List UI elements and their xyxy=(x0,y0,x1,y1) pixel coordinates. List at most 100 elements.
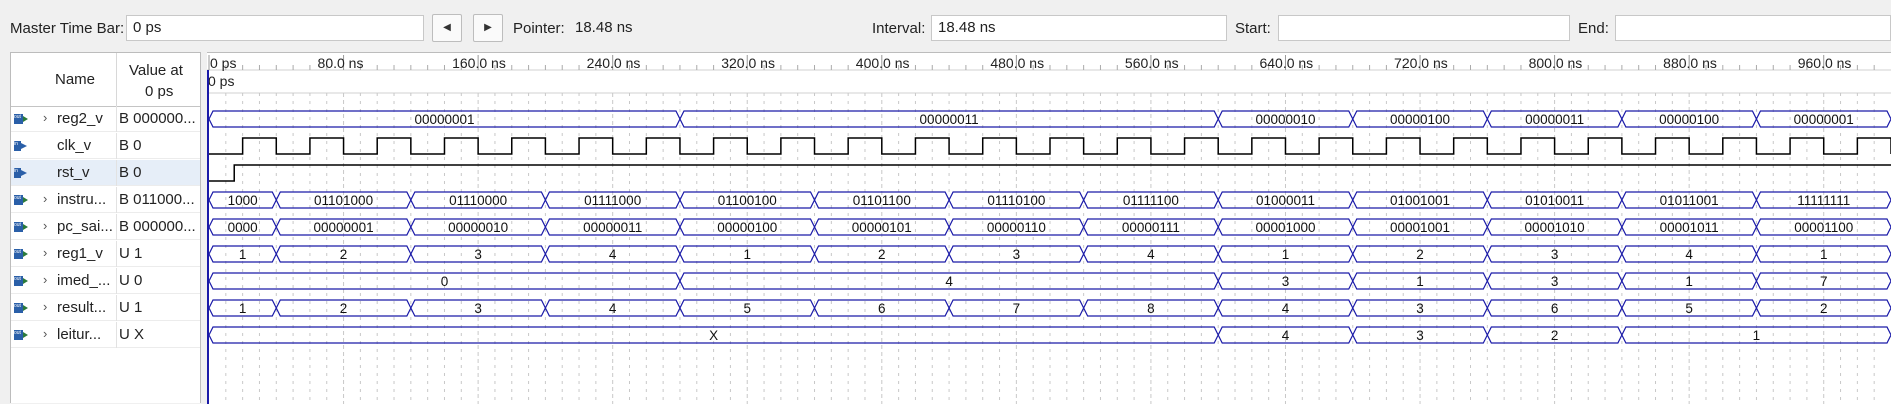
column-divider xyxy=(116,160,117,186)
waveform-panel[interactable]: 0 ps 80.0 ns 160.0 ns 240.0 ns 320.0 ns 400.0… xyxy=(207,52,1891,404)
bus-value-label: 3 xyxy=(1551,274,1559,289)
bus-value-label: 01100100 xyxy=(718,193,777,208)
bus-value-label: 00000011 xyxy=(1525,112,1584,127)
bus-value-label: 00000011 xyxy=(583,220,642,235)
bus-value-label: 00001100 xyxy=(1794,220,1853,235)
cursor-time-label: 0 ps xyxy=(208,73,234,89)
chevron-right-icon[interactable]: › xyxy=(43,245,47,260)
signal-value: B 0 xyxy=(119,137,142,154)
output-bus-icon: out xyxy=(13,274,29,288)
bus-value-label: 3 xyxy=(1416,328,1424,343)
bus-value-label: 2 xyxy=(1551,328,1559,343)
pointer-label: Pointer: xyxy=(513,20,565,37)
bus-value-label: 00001010 xyxy=(1525,220,1585,235)
bus-value-label: 4 xyxy=(1282,301,1290,316)
signal-name: rst_v xyxy=(57,164,90,181)
bus-value-label: 01001001 xyxy=(1390,193,1450,208)
interval-field[interactable]: 18.48 ns xyxy=(931,15,1227,41)
start-field[interactable] xyxy=(1278,15,1570,41)
tick-label: 640.0 ns xyxy=(1259,55,1313,71)
tick-label: 800.0 ns xyxy=(1529,55,1583,71)
bus-value-label: 01111100 xyxy=(1123,193,1179,208)
master-time-bar-field[interactable]: 0 ps xyxy=(126,15,424,41)
bus-value-label: 5 xyxy=(1685,301,1693,316)
bus-value-label: 3 xyxy=(1551,247,1559,262)
signal-row-imed_[interactable]: out › imed_... U 0 xyxy=(11,268,200,294)
bus-value-label: 3 xyxy=(474,247,482,262)
svg-text:in: in xyxy=(14,141,18,147)
input-pin-icon: in xyxy=(13,139,29,153)
svg-text:out: out xyxy=(14,303,22,309)
value-column-header[interactable]: Value at xyxy=(129,62,183,79)
bus-value-label: X xyxy=(709,328,718,343)
column-divider xyxy=(116,322,117,348)
signal-value: U 1 xyxy=(119,299,143,316)
bus-value-label: 1000 xyxy=(228,193,258,208)
name-column-header[interactable]: Name xyxy=(55,71,95,88)
bus-value-label: 00000110 xyxy=(987,220,1046,235)
signal-row-rst_v[interactable]: in rst_v B 0 xyxy=(11,160,200,186)
chevron-right-icon[interactable]: › xyxy=(43,299,47,314)
svg-text:out: out xyxy=(14,276,22,282)
triangle-left-icon[interactable]: ◀ xyxy=(432,14,462,42)
chevron-right-icon[interactable]: › xyxy=(43,218,47,233)
signal-name: instru... xyxy=(57,191,107,208)
tick-label: 960.0 ns xyxy=(1798,55,1852,71)
tick-label: 560.0 ns xyxy=(1125,55,1179,71)
tick-label: 880.0 ns xyxy=(1663,55,1717,71)
bus-value-label: 00000100 xyxy=(1390,112,1450,127)
chevron-right-icon[interactable]: › xyxy=(43,326,47,341)
signal-row-pc_sai[interactable]: out › pc_sai... B 000000... xyxy=(11,214,200,240)
bus-value-label: 00000001 xyxy=(314,220,374,235)
bus-value-label: 2 xyxy=(1416,247,1424,262)
triangle-right-icon[interactable]: ▶ xyxy=(473,14,503,42)
bus-value-label: 00000100 xyxy=(717,220,777,235)
pointer-value: 18.48 ns xyxy=(568,15,865,41)
signal-row-reg2_v[interactable]: out › reg2_v B 000000... xyxy=(11,106,200,132)
bus-value-label: 3 xyxy=(1282,274,1290,289)
signal-row-leitur[interactable]: out › leitur... U X xyxy=(11,322,200,348)
output-bus-icon: out xyxy=(13,193,29,207)
bus-value-label: 01010011 xyxy=(1525,193,1584,208)
output-bus-icon: out xyxy=(13,328,29,342)
bus-value-label: 5 xyxy=(743,301,751,316)
bus-value-label: 1 xyxy=(743,247,751,262)
tick-label: 320.0 ns xyxy=(721,55,775,71)
tick-label: 720.0 ns xyxy=(1394,55,1448,71)
bus-value-label: 1 xyxy=(1416,274,1424,289)
waveform-canvas[interactable]: 0 ps 80.0 ns 160.0 ns 240.0 ns 320.0 ns 400.0… xyxy=(207,53,1891,404)
signal-row-reg1_v[interactable]: out › reg1_v U 1 xyxy=(11,241,200,267)
signal-row-result[interactable]: out › result... U 1 xyxy=(11,295,200,321)
signal-value: U 0 xyxy=(119,272,143,289)
output-bus-icon: out xyxy=(13,220,29,234)
bus-value-label: 00000001 xyxy=(1794,112,1854,127)
end-field[interactable] xyxy=(1615,15,1891,41)
bus-value-label: 1 xyxy=(239,247,247,262)
column-divider xyxy=(116,214,117,240)
bus-value-label: 4 xyxy=(1147,247,1155,262)
output-bus-icon: out xyxy=(13,247,29,261)
bus-value-label: 3 xyxy=(474,301,482,316)
signal-list-panel: Name Value at 0 ps out › reg2_v B 000000...… xyxy=(10,52,201,403)
signal-row-clk_v[interactable]: in clk_v B 0 xyxy=(11,133,200,159)
interval-label: Interval: xyxy=(872,20,926,37)
column-divider xyxy=(116,133,117,159)
bus-value-label: 01011001 xyxy=(1660,193,1719,208)
signal-name: clk_v xyxy=(57,137,92,154)
svg-text:out: out xyxy=(14,195,22,201)
bus-value-label: 01101100 xyxy=(853,193,911,208)
bus-value-label: 6 xyxy=(1551,301,1559,316)
bus-value-label: 7 xyxy=(1820,274,1828,289)
signal-value: U 1 xyxy=(119,245,143,262)
bus-value-label: 00000011 xyxy=(920,112,979,127)
chevron-right-icon[interactable]: › xyxy=(43,110,47,125)
bus-value-label: 4 xyxy=(609,247,617,262)
bus-value-label: 1 xyxy=(239,301,247,316)
end-label: End: xyxy=(1578,20,1609,37)
svg-text:out: out xyxy=(14,222,22,228)
signal-row-instru[interactable]: out › instru... B 011000... xyxy=(11,187,200,213)
bus-value-label: 00000010 xyxy=(448,220,508,235)
chevron-right-icon[interactable]: › xyxy=(43,272,47,287)
chevron-right-icon[interactable]: › xyxy=(43,191,47,206)
bus-value-label: 01110100 xyxy=(987,193,1045,208)
